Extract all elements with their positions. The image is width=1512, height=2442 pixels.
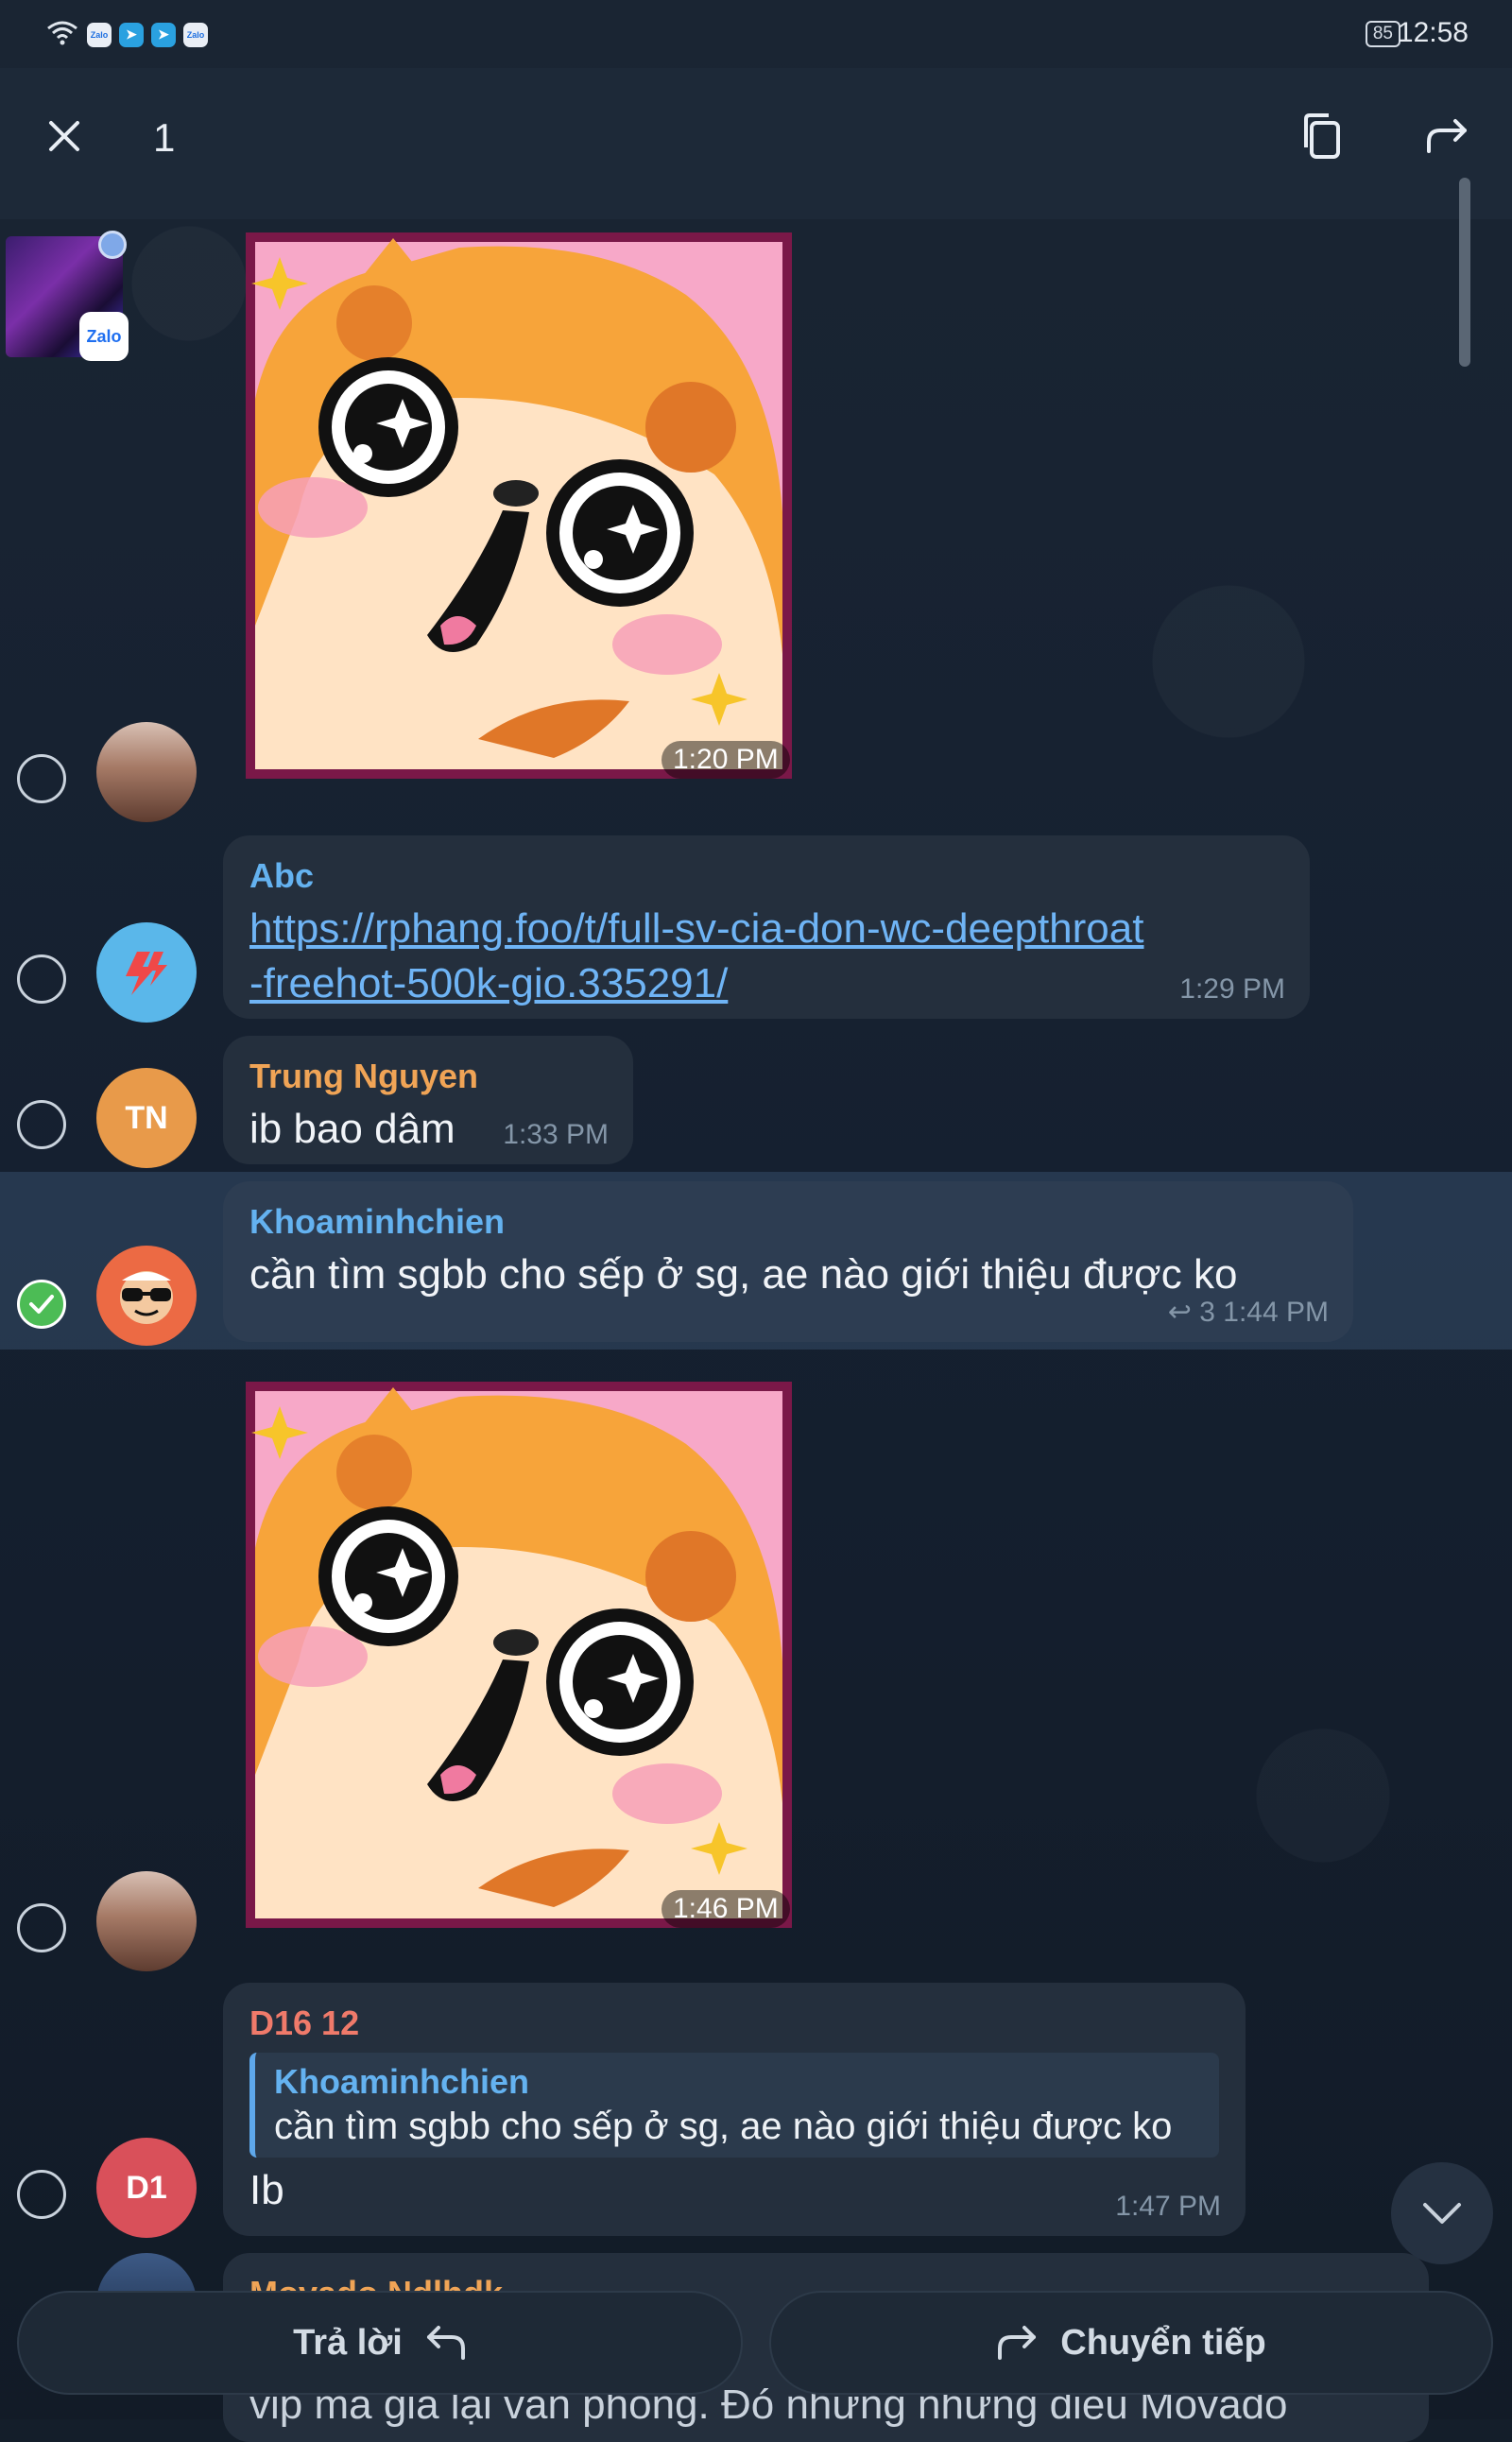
select-radio[interactable] <box>17 1100 66 1149</box>
cat-sticker-image <box>246 1382 792 1928</box>
message-time: 1:44 PM <box>1223 1297 1329 1328</box>
sender-name: Abc <box>249 856 315 895</box>
avatar[interactable] <box>96 1246 197 1346</box>
quote-sender: Khoaminhchien <box>274 2062 530 2101</box>
battery-indicator: 85 <box>1365 21 1400 47</box>
avatar[interactable] <box>96 922 197 1023</box>
forward-header-button[interactable] <box>1418 106 1478 166</box>
zalo-notification-icon: Zalo <box>87 22 112 47</box>
close-icon <box>49 121 79 151</box>
telegram-notification-icon-2: ➤ <box>151 22 176 47</box>
forward-button[interactable]: Chuyển tiếp <box>769 2291 1493 2395</box>
check-icon <box>29 1295 54 1314</box>
message-time: 1:20 PM <box>662 741 790 779</box>
message-text: cần tìm sgbb cho sếp ở sg, ae nào giới t… <box>249 1251 1238 1298</box>
message-time: 1:29 PM <box>1179 973 1285 1005</box>
sunglasses-face-icon <box>120 1271 173 1324</box>
lightning-icon <box>126 952 167 995</box>
avatar[interactable] <box>96 1871 197 1971</box>
reply-quote[interactable]: Khoaminhchien cần tìm sgbb cho sếp ở sg,… <box>249 2053 1219 2158</box>
select-radio[interactable] <box>17 2170 66 2219</box>
close-selection-button[interactable] <box>34 106 94 166</box>
avatar[interactable]: D1 <box>96 2138 197 2238</box>
sender-name: D16 12 <box>249 2003 360 2042</box>
avatar[interactable] <box>96 722 197 822</box>
reply-count: 3 <box>1199 1297 1215 1328</box>
message-link[interactable]: https://rphang.foo/t/full-sv-cia-don-wc-… <box>249 902 1283 956</box>
sender-name: Khoaminhchien <box>249 1202 506 1241</box>
select-radio-checked[interactable] <box>17 1280 66 1329</box>
telegram-notification-icon: ➤ <box>119 22 144 47</box>
reply-button[interactable]: Trả lời <box>17 2291 743 2395</box>
sender-name: Trung Nguyen <box>249 1057 478 1095</box>
message-link-continued[interactable]: -freehot-500k-gio.335291/ <box>249 956 1283 1011</box>
status-icons: Zalo ➤ ➤ Zalo <box>45 19 208 50</box>
select-radio[interactable] <box>17 754 66 803</box>
status-bar: Zalo ➤ ➤ Zalo 85 12:58 <box>0 0 1512 68</box>
notification-dot <box>98 231 127 259</box>
message-time: 1:46 PM <box>662 1890 790 1928</box>
copy-icon <box>1304 113 1340 159</box>
chevron-down-icon <box>1423 2203 1461 2224</box>
wifi-icon <box>45 19 79 50</box>
status-time: 12:58 <box>1397 17 1469 48</box>
message-meta: ↩ 3 1:44 PM <box>1168 1296 1329 1329</box>
zalo-badge: Zalo <box>79 312 129 361</box>
zalo-notification-icon-2: Zalo <box>183 22 208 47</box>
sticker-message[interactable] <box>242 229 796 782</box>
message-bubble[interactable]: Trung Nguyen ib bao dâm 1:33 PM <box>223 1036 633 1164</box>
forward-icon <box>998 2326 1037 2360</box>
reply-count-icon: ↩ <box>1167 1297 1192 1328</box>
sticker-message[interactable] <box>242 1378 796 1932</box>
selection-toolbar: 1 <box>0 68 1512 219</box>
forward-icon <box>1427 119 1467 153</box>
select-radio[interactable] <box>17 954 66 1004</box>
quote-text: cần tìm sgbb cho sếp ở sg, ae nào giới t… <box>274 2106 1173 2147</box>
scrollbar[interactable] <box>1459 178 1470 367</box>
cat-sticker-image <box>246 232 792 779</box>
scroll-down-button[interactable] <box>1391 2162 1493 2264</box>
reply-icon <box>426 2326 465 2360</box>
message-bubble[interactable]: Abc https://rphang.foo/t/full-sv-cia-don… <box>223 835 1310 1019</box>
message-bubble-selected[interactable]: Khoaminhchien cần tìm sgbb cho sếp ở sg,… <box>223 1181 1353 1342</box>
message-time: 1:47 PM <box>1115 2191 1221 2222</box>
reply-label: Trả lời <box>293 2322 403 2363</box>
selected-count: 1 <box>153 115 176 160</box>
select-radio[interactable] <box>17 1903 66 1952</box>
message-text: Ib <box>249 2167 284 2213</box>
avatar[interactable]: TN <box>96 1068 197 1168</box>
message-time: 1:33 PM <box>503 1119 609 1150</box>
forward-label: Chuyển tiếp <box>1060 2322 1266 2363</box>
message-bubble[interactable]: D16 12 Khoaminhchien cần tìm sgbb cho sế… <box>223 1983 1246 2236</box>
copy-button[interactable] <box>1291 106 1351 166</box>
